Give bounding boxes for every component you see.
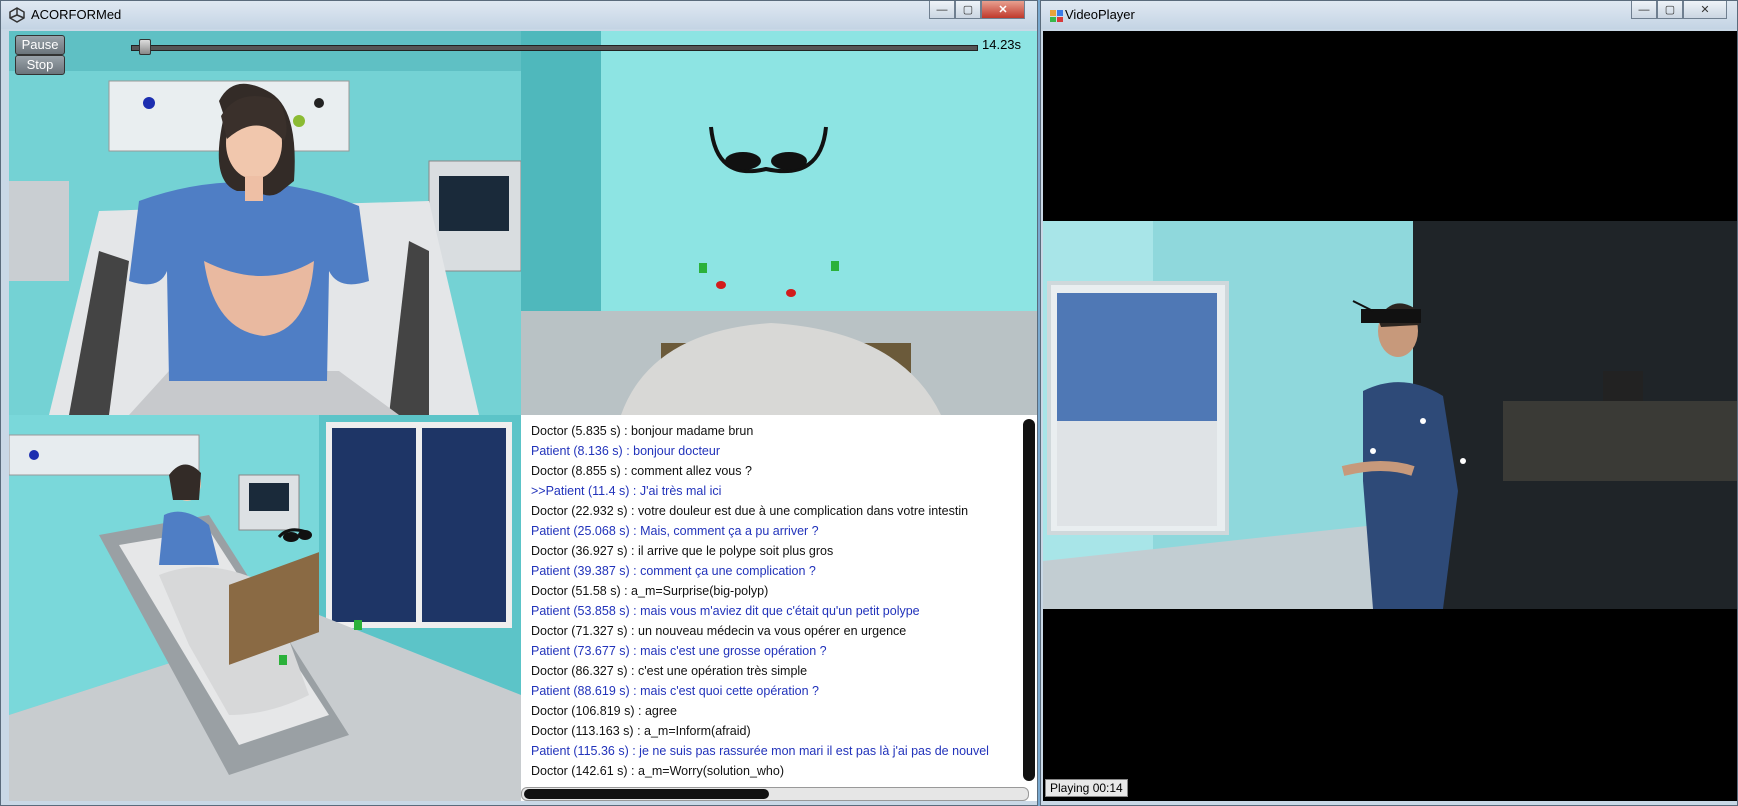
first-person-scene: [521, 31, 1037, 415]
patient-closeup-view: Pause Stop: [9, 31, 521, 415]
minimize-button[interactable]: —: [929, 1, 955, 19]
log-line-doctor: Doctor (142.61 s) : a_m=Worry(solution_w…: [531, 764, 784, 778]
maximize-button[interactable]: ▢: [1657, 1, 1683, 19]
window-title: VideoPlayer: [1065, 7, 1135, 22]
room-overview-scene: [9, 415, 521, 801]
log-line-doctor: Doctor (106.819 s) : agree: [531, 704, 677, 718]
log-line-doctor: Doctor (22.932 s) : votre douleur est du…: [531, 504, 969, 518]
pause-button[interactable]: Pause: [15, 35, 65, 55]
log-line-doctor: Doctor (5.835 s) : bonjour madame brun: [531, 424, 754, 438]
log-line-patient: Patient (73.677 s) : mais c'est une gros…: [531, 644, 827, 658]
titlebar[interactable]: ACORFORMed — ▢ ✕: [1, 1, 1037, 29]
timeline-thumb[interactable]: [139, 39, 152, 55]
app-icon: [1050, 10, 1063, 22]
log-line-patient: Patient (53.858 s) : mais vous m'aviez d…: [531, 604, 920, 618]
log-line-patient: Patient (115.36 s) : je ne suis pas rass…: [531, 744, 989, 758]
timeline-track[interactable]: [131, 45, 978, 51]
close-button[interactable]: ✕: [981, 1, 1025, 19]
window-title: ACORFORMed: [31, 7, 122, 22]
elapsed-time: 14.23s: [982, 37, 1022, 52]
horizontal-scrollbar[interactable]: [521, 787, 1029, 801]
simulation-viewport: Pause Stop 14.23s Doctor (5.835 s): bon…: [9, 31, 1037, 801]
log-line-doctor: Doctor (71.327 s) : un nouveau médecin v…: [531, 624, 907, 638]
room-overview-view: [9, 415, 521, 801]
log-line-doctor: Doctor (113.163 s) : a_m=Inform(afraid): [531, 724, 751, 738]
maximize-button[interactable]: ▢: [955, 1, 981, 19]
acorformed-window: ACORFORMed — ▢ ✕ Pause Stop 14.23s Docto…: [0, 0, 1038, 806]
close-button[interactable]: ✕: [1683, 1, 1727, 19]
videoplayer-window: VideoPlayer — ▢ ✕ Playing 00:14: [1040, 0, 1738, 806]
log-line-patient: Patient (39.387 s) : comment ça une comp…: [531, 564, 816, 578]
patient-closeup-scene: [9, 31, 521, 415]
dialogue-log-panel[interactable]: Doctor (5.835 s) : bonjour madame brun Pa…: [521, 415, 1037, 801]
log-line-doctor: Doctor (8.855 s) : comment allez vous ?: [531, 464, 752, 478]
minimize-button[interactable]: —: [1631, 1, 1657, 19]
log-line-patient: Patient (8.136 s) : bonjour docteur: [531, 444, 721, 458]
log-line-doctor: Doctor (51.58 s) : a_m=Surprise(big-poly…: [531, 584, 769, 598]
unity-icon: [9, 7, 25, 23]
log-line-patient: Patient (88.619 s) : mais c'est quoi cet…: [531, 684, 819, 698]
log-line-doctor: Doctor (86.327 s) : c'est une opération …: [531, 664, 808, 678]
video-scene: [1043, 221, 1737, 609]
log-line-patient: >>Patient (11.4 s) : J'ai très mal ici: [531, 484, 722, 498]
log-line-patient: Patient (25.068 s) : Mais, comment ça a …: [531, 524, 819, 538]
titlebar[interactable]: VideoPlayer — ▢ ✕: [1041, 1, 1737, 29]
vertical-scrollbar[interactable]: [1023, 419, 1035, 781]
dialogue-log: Doctor (5.835 s) : bonjour madame brun Pa…: [531, 421, 1021, 781]
stop-button[interactable]: Stop: [15, 55, 65, 75]
horizontal-scroll-thumb[interactable]: [524, 789, 769, 799]
first-person-view: [521, 31, 1037, 415]
video-viewport: Playing 00:14: [1043, 31, 1737, 801]
video-frame[interactable]: [1043, 221, 1737, 609]
log-line-doctor: Doctor (36.927 s) : il arrive que le pol…: [531, 544, 834, 558]
playback-status: Playing 00:14: [1045, 779, 1128, 797]
